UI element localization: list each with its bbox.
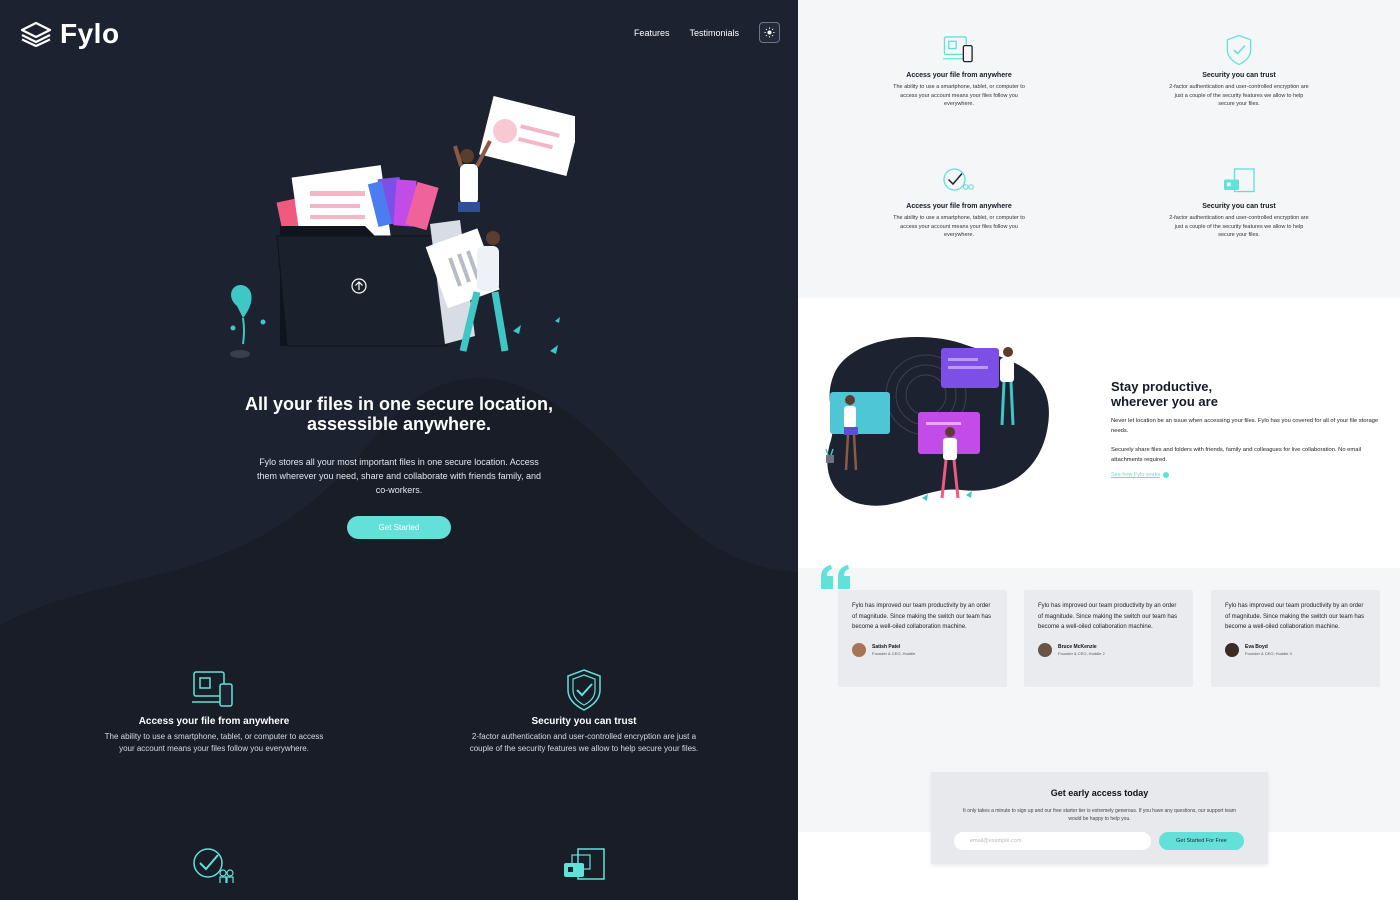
see-how-link-label: See how Fylo works <box>1111 472 1161 478</box>
theme-toggle-button[interactable] <box>759 22 780 43</box>
avatar <box>1038 642 1052 657</box>
testimonial-card: Fylo has improved our team productivity … <box>1211 590 1380 687</box>
nav-link-features[interactable]: Features <box>634 28 670 38</box>
feature-title: Access your file from anywhere <box>906 203 1012 210</box>
testimonial-name: Bruce McKenzie <box>1058 643 1097 650</box>
testimonial-role: Founder & CEO, Huddle <box>872 650 916 656</box>
feature-description: 2-factor authentication and user-control… <box>469 732 699 753</box>
hero-title: All your files in one secure location, a… <box>0 394 798 434</box>
testimonial-role: Founder & CEO, Huddle 3 <box>1245 650 1292 656</box>
top-nav: Features Testimonials <box>634 22 780 43</box>
feature-card-file-store <box>469 845 699 885</box>
productive-title: Stay productive, wherever you are <box>1111 379 1218 409</box>
devices-icon <box>192 671 233 707</box>
hero-title-line-2: assessible anywhere. <box>306 414 492 434</box>
feature-title: Security you can trust <box>531 716 637 727</box>
testimonial-name: Eva Boyd <box>1245 643 1268 650</box>
arrow-icon <box>1163 472 1170 478</box>
productive-title-line-1: Stay productive, <box>1111 379 1213 394</box>
feature-card-access: Access your file from anywhere The abili… <box>99 668 329 755</box>
testimonial-quote: Fylo has improved our team productivity … <box>1225 603 1365 630</box>
feature-description: 2-factor authentication and user-control… <box>1169 215 1309 238</box>
feature-card-security-light: Security you can trust 2-factor authenti… <box>1169 34 1309 109</box>
get-started-button[interactable]: Get Started <box>347 516 451 539</box>
feature-description: 2-factor authentication and user-control… <box>1169 84 1309 107</box>
testimonial-card: Fylo has improved our team productivity … <box>838 590 1007 687</box>
testimonial-author: Eva Boyd Founder & CEO, Huddle 3 <box>1225 642 1366 657</box>
testimonial-role: Founder & CEO, Huddle 2 <box>1058 650 1105 656</box>
feature-title: Access your file from anywhere <box>906 72 1012 79</box>
testimonial-quote: Fylo has improved our team productivity … <box>852 603 992 630</box>
early-access-card: Get early access today It only takes a m… <box>931 772 1268 864</box>
feature-card-collaboration <box>99 845 329 885</box>
avatar <box>1225 642 1239 657</box>
nav-link-testimonials[interactable]: Testimonials <box>689 28 739 38</box>
early-access-description: It only takes a minute to sign up and ou… <box>963 808 1236 822</box>
testimonial-quote: Fylo has improved our team productivity … <box>1038 603 1178 630</box>
feature-description: The ability to use a smartphone, tablet,… <box>104 732 324 753</box>
testimonial-card: Fylo has improved our team productivity … <box>1024 590 1193 687</box>
testimonial-author: Bruce McKenzie Founder & CEO, Huddle 2 <box>1038 642 1179 657</box>
collaboration-icon <box>193 848 234 883</box>
feature-description: The ability to use a smartphone, tablet,… <box>893 215 1025 238</box>
hero-title-line-1: All your files in one secure location, <box>244 394 554 414</box>
testimonial-name: Satish Patel <box>872 643 901 650</box>
feature-title: Security you can trust <box>1202 203 1276 210</box>
feature-description: The ability to use a smartphone, tablet,… <box>893 84 1025 107</box>
file-store-icon <box>564 848 605 880</box>
file-store-icon <box>1224 168 1255 193</box>
hero-illustration <box>230 96 575 358</box>
sun-icon <box>764 27 775 38</box>
feature-card-collaboration-light: Access your file from anywhere The abili… <box>889 165 1029 240</box>
feature-card-security: Security you can trust 2-factor authenti… <box>469 668 699 755</box>
shield-check-icon <box>1226 34 1252 66</box>
productive-paragraph-1: Never let location be an issue when acce… <box>1111 418 1379 434</box>
feature-card-file-store-light: Security you can trust 2-factor authenti… <box>1169 165 1309 240</box>
testimonial-author: Satish Patel Founder & CEO, Huddle <box>852 642 993 657</box>
layers-icon <box>20 21 52 47</box>
productive-illustration <box>825 337 1049 506</box>
logo-text: Fylo <box>60 18 120 49</box>
feature-title: Access your file from anywhere <box>138 716 290 727</box>
see-how-fylo-works-link[interactable]: See how Fylo works <box>1111 472 1170 478</box>
feature-card-access-light: Access your file from anywhere The abili… <box>889 34 1029 109</box>
devices-icon <box>943 36 973 63</box>
dark-theme-page: Fylo Features Testimonials All your file… <box>0 0 798 900</box>
collaboration-icon <box>943 168 974 191</box>
light-theme-page: Access your file from anywhere The abili… <box>798 0 1400 900</box>
shield-check-icon <box>567 669 601 711</box>
quote-icon <box>821 565 850 589</box>
feature-title: Security you can trust <box>1202 72 1276 79</box>
early-access-title: Get early access today <box>1050 788 1149 798</box>
hero-description: Fylo stores all your most important file… <box>257 457 541 495</box>
productive-paragraph-2: Securely share files and folders with fr… <box>1111 447 1362 463</box>
avatar <box>852 642 866 657</box>
logo[interactable]: Fylo <box>20 18 120 50</box>
email-input[interactable] <box>954 832 1151 850</box>
productive-title-line-2: wherever you are <box>1111 394 1218 409</box>
get-started-free-button[interactable]: Get Started For Free <box>1159 832 1244 850</box>
